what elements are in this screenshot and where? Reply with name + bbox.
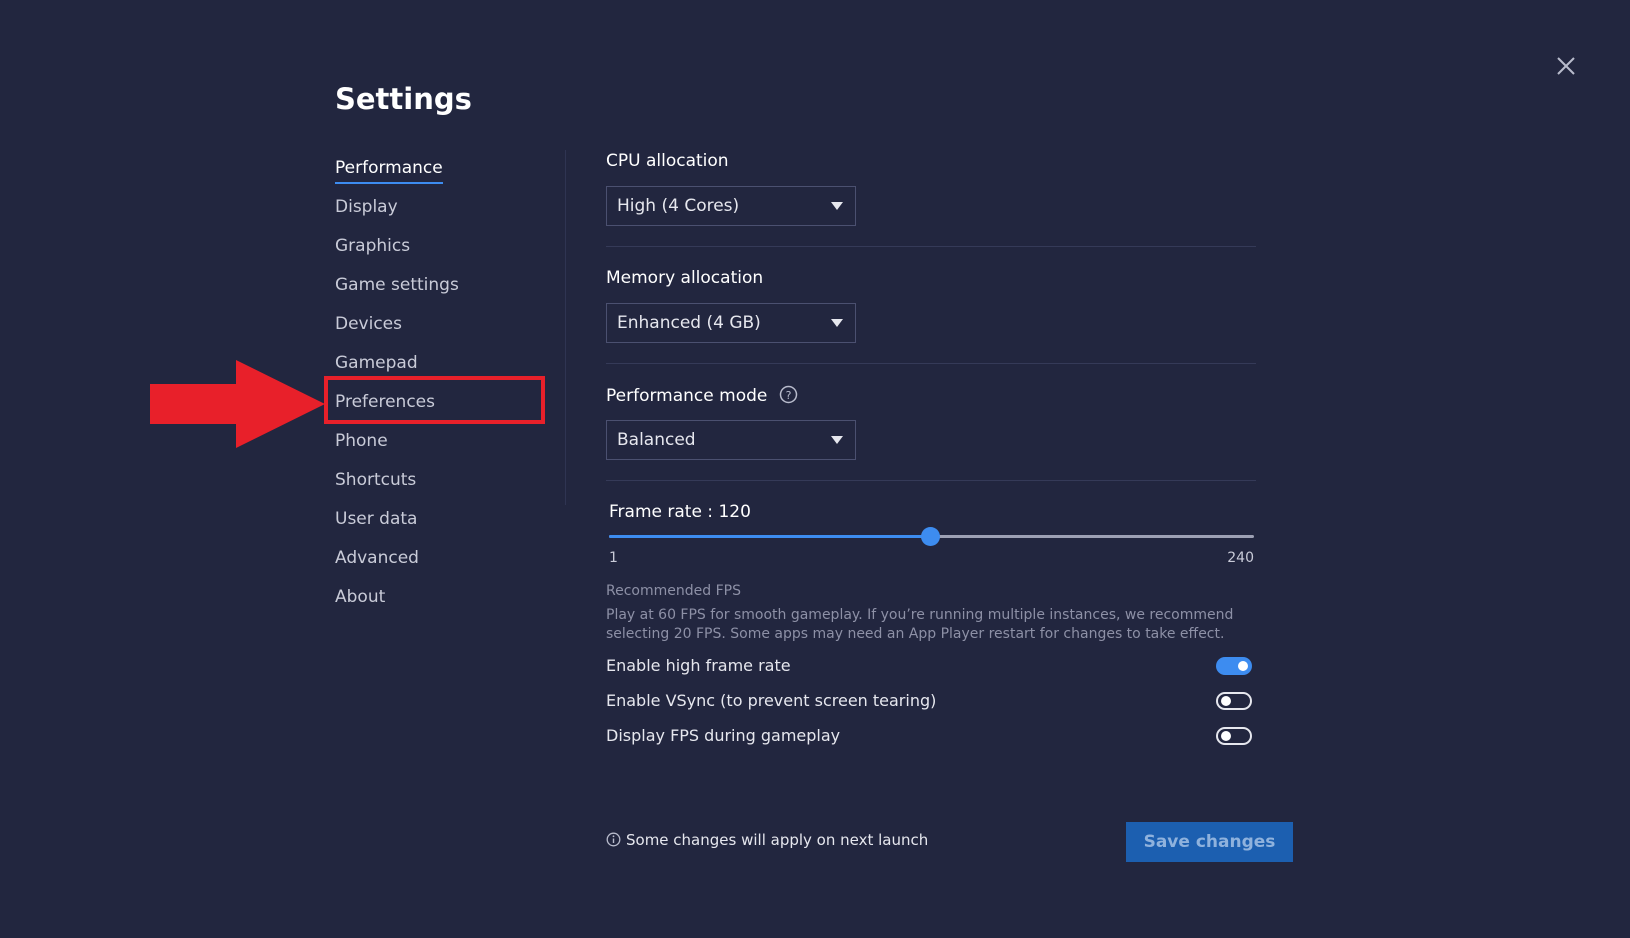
- vsync-toggle[interactable]: [1216, 692, 1252, 710]
- restart-note: Some changes will apply on next launch: [606, 831, 928, 849]
- sidebar-divider: [565, 150, 566, 505]
- cpu-allocation-value: High (4 Cores): [617, 196, 740, 216]
- annotation-highlight-box: [324, 376, 545, 424]
- caret-down-icon: [831, 319, 843, 327]
- frame-rate-slider-handle[interactable]: [921, 527, 941, 546]
- memory-allocation-select[interactable]: Enhanced (4 GB): [606, 303, 856, 343]
- page-title: Settings: [335, 82, 472, 116]
- settings-window: Settings Performance Display Graphics Ga…: [0, 0, 1630, 938]
- sidebar-item-display[interactable]: Display: [335, 191, 555, 230]
- sidebar-item-graphics[interactable]: Graphics: [335, 230, 555, 269]
- performance-mode-label: Performance mode ?: [606, 385, 798, 409]
- close-icon: [1557, 57, 1575, 75]
- sidebar-item-advanced[interactable]: Advanced: [335, 542, 555, 581]
- sidebar-item-label: Devices: [335, 314, 402, 334]
- sidebar-item-devices[interactable]: Devices: [335, 308, 555, 347]
- sidebar-item-about[interactable]: About: [335, 581, 555, 620]
- sidebar-item-phone[interactable]: Phone: [335, 425, 555, 464]
- display-fps-row: Display FPS during gameplay: [606, 724, 1256, 748]
- frame-rate-label: Frame rate : 120: [609, 502, 751, 522]
- arrow-right-icon: [150, 360, 325, 448]
- memory-allocation-value: Enhanced (4 GB): [617, 313, 761, 333]
- section-divider: [606, 246, 1256, 247]
- vsync-row: Enable VSync (to prevent screen tearing): [606, 689, 1256, 713]
- high-frame-rate-label: Enable high frame rate: [606, 656, 791, 675]
- sidebar-item-label: About: [335, 587, 386, 607]
- frame-rate-slider-fill: [609, 535, 931, 538]
- close-button[interactable]: [1552, 52, 1580, 80]
- performance-mode-label-text: Performance mode: [606, 386, 768, 406]
- performance-mode-select[interactable]: Balanced: [606, 420, 856, 460]
- display-fps-toggle[interactable]: [1216, 727, 1252, 745]
- help-circle-icon[interactable]: ?: [779, 385, 798, 409]
- section-divider: [606, 480, 1256, 481]
- sidebar-item-label: Performance: [335, 154, 443, 184]
- sidebar-item-label: Advanced: [335, 548, 419, 568]
- info-icon: [606, 832, 621, 847]
- high-frame-rate-row: Enable high frame rate: [606, 654, 1256, 678]
- cpu-allocation-select[interactable]: High (4 Cores): [606, 186, 856, 226]
- caret-down-icon: [831, 436, 843, 444]
- sidebar-item-label: Phone: [335, 431, 388, 451]
- sidebar-item-label: Gamepad: [335, 353, 418, 373]
- save-changes-button[interactable]: Save changes: [1126, 822, 1293, 862]
- frame-rate-min: 1: [609, 550, 618, 566]
- memory-allocation-label: Memory allocation: [606, 268, 764, 288]
- sidebar-item-label: Graphics: [335, 236, 411, 256]
- caret-down-icon: [831, 202, 843, 210]
- display-fps-label: Display FPS during gameplay: [606, 726, 841, 745]
- sidebar-item-user-data[interactable]: User data: [335, 503, 555, 542]
- sidebar-item-shortcuts[interactable]: Shortcuts: [335, 464, 555, 503]
- recommended-fps-description: Play at 60 FPS for smooth gameplay. If y…: [606, 607, 1234, 642]
- sidebar-item-label: Game settings: [335, 275, 459, 295]
- sidebar-item-label: Shortcuts: [335, 470, 417, 490]
- section-divider: [606, 363, 1256, 364]
- performance-mode-value: Balanced: [617, 430, 696, 450]
- sidebar-item-performance[interactable]: Performance: [335, 152, 555, 191]
- recommended-fps-title: Recommended FPS: [606, 583, 741, 599]
- svg-text:?: ?: [785, 389, 791, 402]
- sidebar-item-game-settings[interactable]: Game settings: [335, 269, 555, 308]
- restart-note-text: Some changes will apply on next launch: [626, 831, 929, 849]
- frame-rate-slider[interactable]: [609, 527, 1254, 546]
- cpu-allocation-label: CPU allocation: [606, 151, 729, 171]
- sidebar-item-label: User data: [335, 509, 418, 529]
- frame-rate-max: 240: [1227, 550, 1254, 566]
- vsync-label: Enable VSync (to prevent screen tearing): [606, 691, 937, 710]
- sidebar-item-label: Display: [335, 197, 398, 217]
- high-frame-rate-toggle[interactable]: [1216, 657, 1252, 675]
